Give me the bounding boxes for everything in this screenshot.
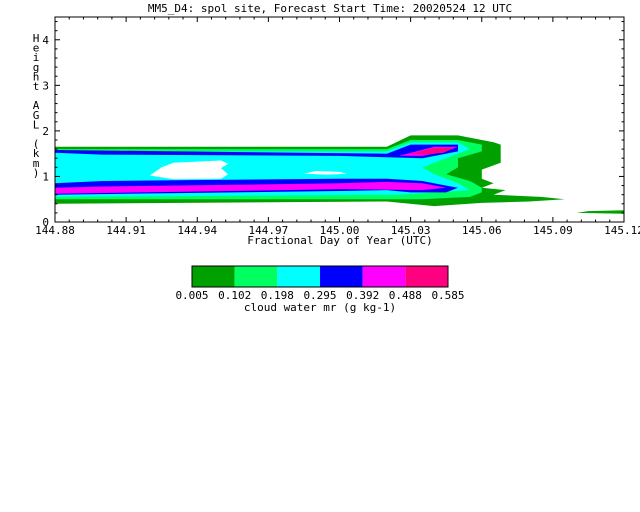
- y-tick-label: 0: [42, 216, 49, 229]
- y-tick-label: 4: [42, 34, 49, 47]
- x-tick-label: 144.94: [177, 224, 217, 237]
- colorbar-swatch-4: [362, 266, 406, 287]
- colorbar: [191, 265, 449, 288]
- x-tick-label: 144.91: [106, 224, 146, 237]
- x-tick-label: 144.88: [35, 224, 75, 237]
- y-tick-label: 2: [42, 125, 49, 138]
- colorbar-level-label: 0.005: [175, 289, 208, 302]
- colorbar-swatch-3: [320, 266, 363, 287]
- x-axis-label: Fractional Day of Year (UTC): [247, 234, 432, 247]
- y-tick-label: 1: [42, 170, 49, 183]
- x-tick-label: 145.06: [462, 224, 502, 237]
- colorbar-swatch-2: [277, 266, 320, 287]
- colorbar-swatch-0: [192, 266, 235, 287]
- x-tick-label: 145.09: [533, 224, 573, 237]
- colorbar-swatch-1: [234, 266, 278, 287]
- contour-region-level-0-1: [576, 210, 624, 214]
- x-tick-label: 145.12: [604, 224, 640, 237]
- x-axis: 144.88 144.91 144.94 144.97 145.00 145.03 145.…: [35, 17, 640, 237]
- colorbar-level-label: 0.585: [431, 289, 464, 302]
- chart-title: MM5_D4: spol site, Forecast Start Time: …: [148, 2, 512, 15]
- plot-area: [55, 135, 624, 214]
- y-tick-label: 3: [42, 79, 49, 92]
- y-axis-label: Height AGL (k m): [33, 32, 40, 179]
- colorbar-label: cloud water mr (g kg-1): [244, 301, 396, 314]
- colorbar-swatch-5: [405, 266, 448, 287]
- chart-figure: MM5_D4: spol site, Forecast Start Time: …: [33, 2, 640, 314]
